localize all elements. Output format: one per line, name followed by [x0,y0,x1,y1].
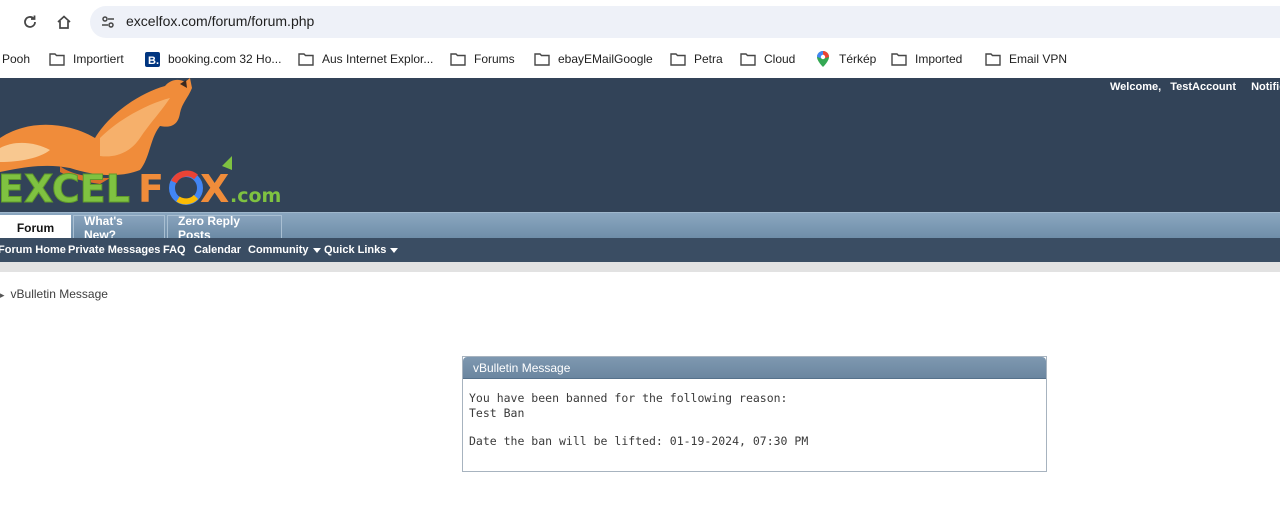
bookmark-booking[interactable]: B. booking.com 32 Ho... [144,50,281,68]
folder-icon [450,51,466,67]
forum-header: EXCEL F X .com Welcome, TestAccount Noti… [0,78,1280,212]
subnav-community[interactable]: Community [248,244,321,256]
bookmark-petra[interactable]: Petra [670,50,723,68]
welcome-bar: Welcome, TestAccount Notifica [1110,81,1280,93]
browser-toolbar: excelfox.com/forum/forum.php [0,0,1280,44]
subnav-forum-home[interactable]: Forum Home [0,244,66,256]
tab-whats-new[interactable]: What's New? [73,214,165,242]
subnav-calendar[interactable]: Calendar [194,244,241,256]
svg-text:F: F [138,167,164,211]
message-body: You have been banned for the following r… [463,379,1046,449]
bookmark-ebayemailgoogle[interactable]: ebayEMailGoogle [534,50,653,68]
bookmark-email-vpn[interactable]: Email VPN [985,50,1067,68]
main-tabs: Forum What's New? Zero Reply Posts [0,212,1280,242]
bookmarks-bar: Pooh Importiert B. booking.com 32 Ho... … [0,44,1280,74]
folder-icon [670,51,686,67]
breadcrumb: ▸ vBulletin Message [0,287,108,301]
ban-lift-date: Date the ban will be lifted: 01-19-2024,… [469,434,809,448]
folder-icon [985,51,1001,67]
home-icon [57,15,71,29]
folder-icon [534,51,550,67]
svg-text:EXCEL: EXCEL [0,167,130,211]
header-divider [0,262,1280,272]
bookmark-terkep[interactable]: Térkép [815,50,876,68]
username-link[interactable]: TestAccount [1170,81,1236,93]
notifications-link[interactable]: Notifica [1251,81,1280,93]
reload-icon [24,15,36,28]
bookmark-cloud[interactable]: Cloud [740,50,795,68]
welcome-label: Welcome, [1110,81,1162,93]
ban-reason: Test Ban [469,406,525,420]
tab-zero-reply-posts[interactable]: Zero Reply Posts [167,214,282,242]
reload-button[interactable] [18,10,42,34]
subnav-faq[interactable]: FAQ [163,244,186,256]
folder-icon [298,51,314,67]
bookmark-forums[interactable]: Forums [450,50,515,68]
folder-icon [49,51,65,67]
chevron-down-icon [390,247,399,253]
bookmark-importiert[interactable]: Importiert [49,50,124,68]
home-button[interactable] [52,10,76,34]
chevron-down-icon [312,247,321,253]
breadcrumb-current: vBulletin Message [10,287,108,301]
subnav-quick-links[interactable]: Quick Links [324,244,399,256]
svg-text:B.: B. [148,55,159,67]
sub-navigation: Forum Home Private Messages FAQ Calendar… [0,238,1280,262]
svg-text:X: X [200,167,229,211]
message-box: vBulletin Message You have been banned f… [462,356,1047,472]
url-text: excelfox.com/forum/forum.php [126,13,315,29]
booking-icon: B. [144,51,160,67]
bookmark-aus-internet-explorer[interactable]: Aus Internet Explor... [298,50,433,68]
site-settings-icon[interactable] [100,14,116,30]
address-bar[interactable]: excelfox.com/forum/forum.php [90,6,1280,38]
svg-text:.com: .com [230,185,281,207]
bookmark-pooh[interactable]: Pooh [2,50,30,68]
tab-forum[interactable]: Forum [0,215,71,239]
breadcrumb-arrow-icon: ▸ [0,290,5,300]
bookmark-imported[interactable]: Imported [891,50,962,68]
folder-icon [891,51,907,67]
folder-icon [740,51,756,67]
excelfox-logo[interactable]: EXCEL F X .com [0,78,290,212]
ban-reason-label: You have been banned for the following r… [469,391,788,405]
map-pin-icon [815,51,831,67]
subnav-private-messages[interactable]: Private Messages [68,244,160,256]
message-title: vBulletin Message [463,357,1046,379]
